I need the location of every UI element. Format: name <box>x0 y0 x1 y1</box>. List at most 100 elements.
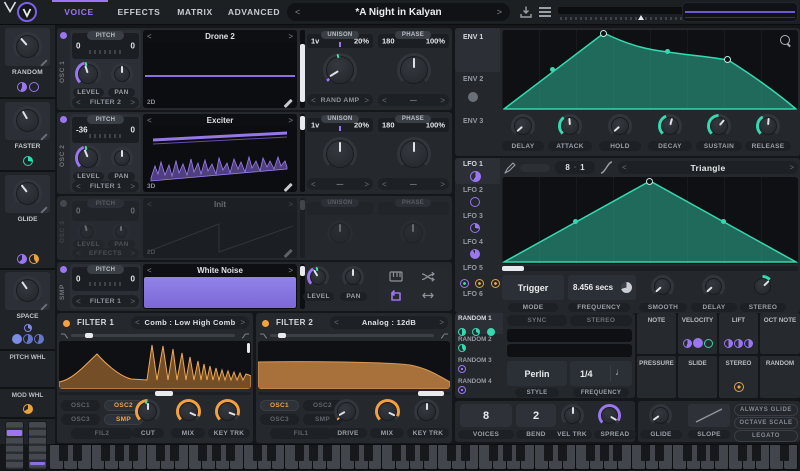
smp-sample-name[interactable]: White Noise <box>197 266 243 275</box>
filter2-input-osc3[interactable]: OSC3 <box>260 414 299 425</box>
smp-pan-knob[interactable] <box>342 266 364 288</box>
smp-level-knob[interactable] <box>307 266 329 288</box>
black-key[interactable] <box>503 445 512 461</box>
black-key[interactable] <box>544 445 553 461</box>
env3-tab-label[interactable]: ENV 3 <box>463 118 483 125</box>
black-key[interactable] <box>752 445 761 461</box>
grid-x-value[interactable]: 8 <box>565 163 569 172</box>
osc1-wavetable-name[interactable]: Drone 2 <box>205 32 235 41</box>
black-key[interactable] <box>613 445 622 461</box>
next-sample-icon[interactable]: > <box>288 266 293 275</box>
black-key[interactable] <box>697 445 706 461</box>
source-note[interactable]: NOTE <box>637 313 676 354</box>
lfo3-tab-label[interactable]: LFO 3 <box>463 213 483 220</box>
random3-mod-icon[interactable] <box>458 365 466 373</box>
mod-amount-icon[interactable] <box>23 156 33 166</box>
mod-amount-icon[interactable] <box>734 339 743 348</box>
next-icon[interactable]: > <box>364 96 369 105</box>
random2-mod-icon[interactable] <box>458 344 466 352</box>
osc3-wavetable-display[interactable]: < Init > 2D <box>143 198 297 258</box>
osc2-frame-slider[interactable] <box>300 114 305 192</box>
next-icon[interactable]: > <box>240 318 245 327</box>
random-frequency-control[interactable]: 1/4 ♩ <box>570 361 632 386</box>
mod-amount-icon[interactable] <box>23 404 33 414</box>
next-wavetable-icon[interactable]: > <box>288 116 293 125</box>
osc1-frame-slider[interactable] <box>300 30 305 108</box>
black-key[interactable] <box>101 445 110 461</box>
black-key[interactable] <box>267 445 276 461</box>
lfo-handle-right[interactable] <box>721 219 726 224</box>
osc2-phase-value[interactable]: 180 <box>382 121 395 130</box>
filter2-cutoff-thumb[interactable] <box>418 391 444 396</box>
black-key[interactable] <box>600 445 609 461</box>
osc2-tune-value[interactable]: 0 <box>131 126 135 135</box>
osc2-level-knob[interactable] <box>75 145 101 171</box>
env2-mod-icon[interactable] <box>468 92 478 102</box>
osc1-transpose-value[interactable]: 0 <box>76 42 80 51</box>
mod-amount-icon[interactable] <box>17 82 27 92</box>
next-preset-icon[interactable]: > <box>497 7 502 17</box>
filter1-blend-slider[interactable] <box>71 334 235 337</box>
source-random[interactable]: RANDOM <box>760 356 800 398</box>
next-icon[interactable]: > <box>130 297 135 306</box>
osc2-unison-knob[interactable] <box>323 137 357 171</box>
mod-amount-icon[interactable] <box>693 338 703 348</box>
grid-y-value[interactable]: 1 <box>580 163 584 172</box>
filter2-blend-slider[interactable] <box>270 334 434 337</box>
filter1-cutoff-knob[interactable] <box>135 399 160 424</box>
mod-amount-icon[interactable] <box>29 254 39 264</box>
osc1-routing-selector[interactable]: < FILTER 2 > <box>72 97 139 108</box>
lfo-mode-control[interactable]: Trigger <box>502 275 564 300</box>
mod-amount-icon[interactable] <box>12 334 22 344</box>
black-key[interactable] <box>115 445 124 461</box>
osc3-routing-selector[interactable]: < EFFECTS > <box>72 248 139 258</box>
mod-amount-icon[interactable] <box>29 82 39 92</box>
mod-amount-icon[interactable] <box>704 339 713 348</box>
black-key[interactable] <box>253 445 262 461</box>
lfo-frequency-value[interactable]: 8.456 secs <box>573 283 613 292</box>
grid-size-control[interactable]: 8 - 1 <box>555 161 595 174</box>
smooth-curve-icon[interactable] <box>600 161 613 174</box>
paint-density-slider[interactable] <box>520 164 550 172</box>
osc3-transpose-value[interactable]: 0 <box>76 207 80 216</box>
black-key[interactable] <box>420 445 429 461</box>
lfo1-mod-icon[interactable] <box>470 171 481 182</box>
lfo1-tab-label[interactable]: LFO 1 <box>463 161 483 168</box>
osc2-modb-selector[interactable]: < — > <box>378 178 449 190</box>
osc1-unison-knob[interactable] <box>323 53 357 87</box>
osc1-moda-selector[interactable]: < RAND AMP > <box>307 94 373 106</box>
black-key[interactable] <box>447 445 456 461</box>
edit-wavetable-icon[interactable] <box>284 98 293 107</box>
zoom-icon[interactable] <box>780 35 790 45</box>
mod-amount-icon[interactable] <box>487 328 495 336</box>
osc2-view-mode[interactable]: 3D <box>147 183 155 190</box>
random-sync-button[interactable]: SYNC <box>507 315 567 326</box>
random2-tab-label[interactable]: RANDOM 2 <box>458 336 492 343</box>
lfo-handle-left[interactable] <box>573 219 578 224</box>
slope-display[interactable] <box>688 404 730 427</box>
filter1-blend-thumb[interactable] <box>85 333 93 338</box>
black-key[interactable] <box>683 445 692 461</box>
always-glide-toggle[interactable]: ALWAYS GLIDE <box>734 404 798 416</box>
vital-logo[interactable] <box>17 2 37 22</box>
lfo-delay-knob[interactable] <box>702 275 725 298</box>
osc2-transpose-value[interactable]: -36 <box>76 126 88 135</box>
osc2-wavetable-display[interactable]: < Exciter > 3D <box>143 114 297 192</box>
osc2-pitch-ticks[interactable] <box>89 134 122 138</box>
lfo5-tab-label[interactable]: LFO 5 <box>463 265 483 272</box>
black-key[interactable] <box>170 445 179 461</box>
random1-tab-label[interactable]: RANDOM 1 <box>458 315 492 322</box>
smp-transpose-value[interactable]: 0 <box>76 275 80 284</box>
mod-amount-icon[interactable] <box>23 334 33 344</box>
black-key[interactable] <box>516 445 525 461</box>
mod-amount-icon[interactable] <box>460 279 469 288</box>
tab-voice[interactable]: VOICE <box>50 0 108 24</box>
mod-amount-icon[interactable] <box>475 279 484 288</box>
lfo4-tab-label[interactable]: LFO 4 <box>463 239 483 246</box>
source-pressure[interactable]: PRESSURE <box>637 356 676 398</box>
black-key[interactable] <box>738 445 747 461</box>
next-wavetable-icon[interactable]: > <box>288 32 293 41</box>
env-delay-knob[interactable] <box>511 114 535 138</box>
mod-amount-icon[interactable] <box>734 382 744 392</box>
preset-name[interactable]: *A Night in Kalyan <box>287 3 510 21</box>
